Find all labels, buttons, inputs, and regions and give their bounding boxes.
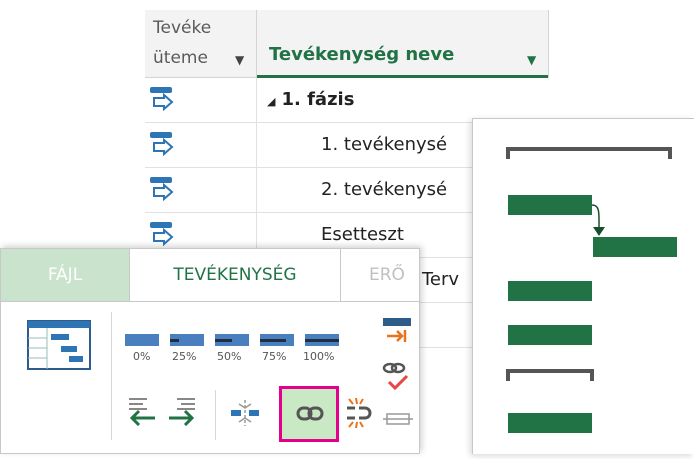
column-header-task-mode[interactable]: Tevéke üteme ▼ [145, 10, 257, 78]
progress-100-icon[interactable] [305, 334, 339, 346]
progress-25-icon[interactable] [170, 334, 204, 346]
task-name-cell[interactable]: Terv [422, 269, 459, 290]
ribbon-group-separator [111, 312, 112, 440]
link-tasks-icon [296, 406, 324, 421]
task-bar[interactable] [508, 281, 592, 301]
progress-25-label: 25% [172, 350, 197, 363]
dependency-link-line [591, 204, 600, 230]
progress-0-icon[interactable] [125, 334, 159, 346]
mark-on-track-icon[interactable] [381, 358, 413, 392]
gantt-chart-panel [472, 118, 694, 454]
task-name-cell[interactable]: Esetteszt [321, 224, 404, 245]
tab-file[interactable]: FÁJL [1, 249, 129, 301]
task-bar[interactable] [508, 325, 592, 345]
progress-75-label: 75% [262, 350, 287, 363]
task-mode-cell[interactable] [145, 123, 257, 167]
ribbon: FÁJL TEVÉKENYSÉG ERŐ 0% 25% 50% 75% 100% [0, 248, 420, 454]
task-mode-cell[interactable] [145, 78, 257, 122]
column-header-task-mode-line1: Tevéke [153, 18, 212, 38]
split-task-icon[interactable] [227, 398, 263, 428]
gantt-chart [506, 147, 677, 433]
column-filter-dropdown-icon[interactable]: ▼ [235, 53, 244, 67]
column-filter-dropdown-icon[interactable]: ▼ [527, 53, 536, 67]
outdent-icon[interactable] [125, 396, 157, 426]
ribbon-group-separator [215, 390, 216, 440]
inactivate-icon[interactable] [383, 408, 413, 432]
task-mode-icon [150, 177, 174, 202]
summary-task-bar[interactable] [506, 147, 672, 159]
tab-task[interactable]: TEVÉKENYSÉG [129, 249, 341, 301]
link-tasks-button[interactable] [279, 386, 339, 442]
task-mode-icon [150, 87, 174, 112]
dependency-arrow-icon [593, 227, 605, 236]
task-bar[interactable] [508, 413, 592, 433]
column-header-task-mode-line2: üteme [153, 48, 208, 68]
progress-75-icon[interactable] [260, 334, 294, 346]
task-mode-cell[interactable] [145, 168, 257, 212]
tab-resource[interactable]: ERŐ [341, 249, 421, 301]
unlink-tasks-icon[interactable] [343, 396, 373, 430]
gantt-chart-icon[interactable] [27, 320, 91, 370]
column-header-task-name[interactable]: Tevékenység neve ▼ [257, 10, 549, 78]
indent-icon[interactable] [167, 396, 199, 426]
task-name-cell[interactable]: ◢ 1. fázis [257, 89, 354, 110]
table-row[interactable]: ◢ 1. fázis [145, 78, 549, 123]
task-mode-icon [150, 222, 174, 247]
task-bar[interactable] [508, 195, 592, 215]
summary-task-bar[interactable] [506, 369, 594, 381]
ribbon-body: 0% 25% 50% 75% 100% [1, 301, 419, 454]
progress-100-label: 100% [303, 350, 335, 363]
progress-50-icon[interactable] [215, 334, 249, 346]
progress-0-label: 0% [133, 350, 151, 363]
task-bar[interactable] [593, 237, 677, 257]
progress-50-label: 50% [217, 350, 242, 363]
task-name-cell[interactable]: 1. tevékenysé [321, 134, 447, 155]
move-task-icon[interactable] [381, 316, 413, 346]
task-name-cell[interactable]: 2. tevékenysé [321, 179, 447, 200]
column-header-task-name-label: Tevékenység neve [269, 44, 455, 65]
task-mode-icon [150, 132, 174, 157]
